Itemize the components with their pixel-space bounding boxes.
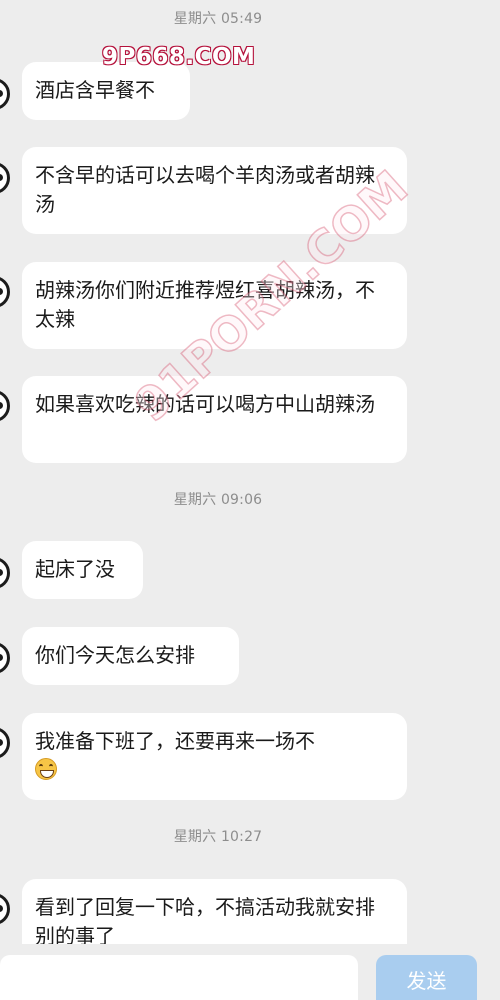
message-bubble[interactable]: 胡辣汤你们附近推荐煜红喜胡辣汤，不太辣 — [22, 262, 407, 349]
contact-avatar[interactable] — [0, 642, 10, 674]
contact-avatar[interactable] — [0, 557, 10, 589]
message-bubble[interactable]: 我准备下班了，还要再来一场不 — [22, 713, 407, 800]
message-text: 不含早的话可以去喝个羊肉汤或者胡辣汤 — [35, 163, 375, 216]
contact-avatar[interactable] — [0, 727, 10, 759]
timestamp: 星期六 09:06 — [173, 492, 263, 508]
message-bubble[interactable]: 不含早的话可以去喝个羊肉汤或者胡辣汤 — [22, 147, 407, 234]
contact-avatar[interactable] — [0, 162, 10, 194]
message-text: 胡辣汤你们附近推荐煜红喜胡辣汤，不太辣 — [35, 278, 375, 331]
message-text: 我准备下班了，还要再来一场不 — [35, 729, 315, 753]
message-input-bar: 发送 — [0, 944, 500, 1000]
message-text: 如果喜欢吃辣的话可以喝方中山胡辣汤 — [35, 392, 375, 416]
send-button[interactable]: 发送 — [376, 955, 477, 1000]
message-bubble[interactable]: 你们今天怎么安排 — [22, 627, 239, 685]
message-bubble[interactable]: 酒店含早餐不 — [22, 62, 190, 120]
message-text: 起床了没 — [35, 557, 115, 581]
message-bubble[interactable]: 起床了没 — [22, 541, 143, 599]
message-text: 酒店含早餐不 — [35, 78, 155, 102]
contact-avatar[interactable] — [0, 78, 10, 110]
contact-avatar[interactable] — [0, 390, 10, 422]
message-text: 看到了回复一下哈，不搞活动我就安排别的事了 — [35, 895, 375, 948]
timestamp: 星期六 10:27 — [173, 829, 263, 845]
contact-avatar[interactable] — [0, 893, 10, 925]
message-text: 你们今天怎么安排 — [35, 643, 195, 667]
message-bubble[interactable]: 如果喜欢吃辣的话可以喝方中山胡辣汤 — [22, 376, 407, 463]
contact-avatar[interactable] — [0, 276, 10, 308]
message-input[interactable] — [0, 955, 358, 1000]
grinning-face-emoji-icon — [35, 758, 57, 780]
timestamp: 星期六 05:49 — [173, 11, 263, 27]
chat-screen: 星期六 05:49 酒店含早餐不 不含早的话可以去喝个羊肉汤或者胡辣汤 胡辣汤你… — [0, 0, 500, 1000]
